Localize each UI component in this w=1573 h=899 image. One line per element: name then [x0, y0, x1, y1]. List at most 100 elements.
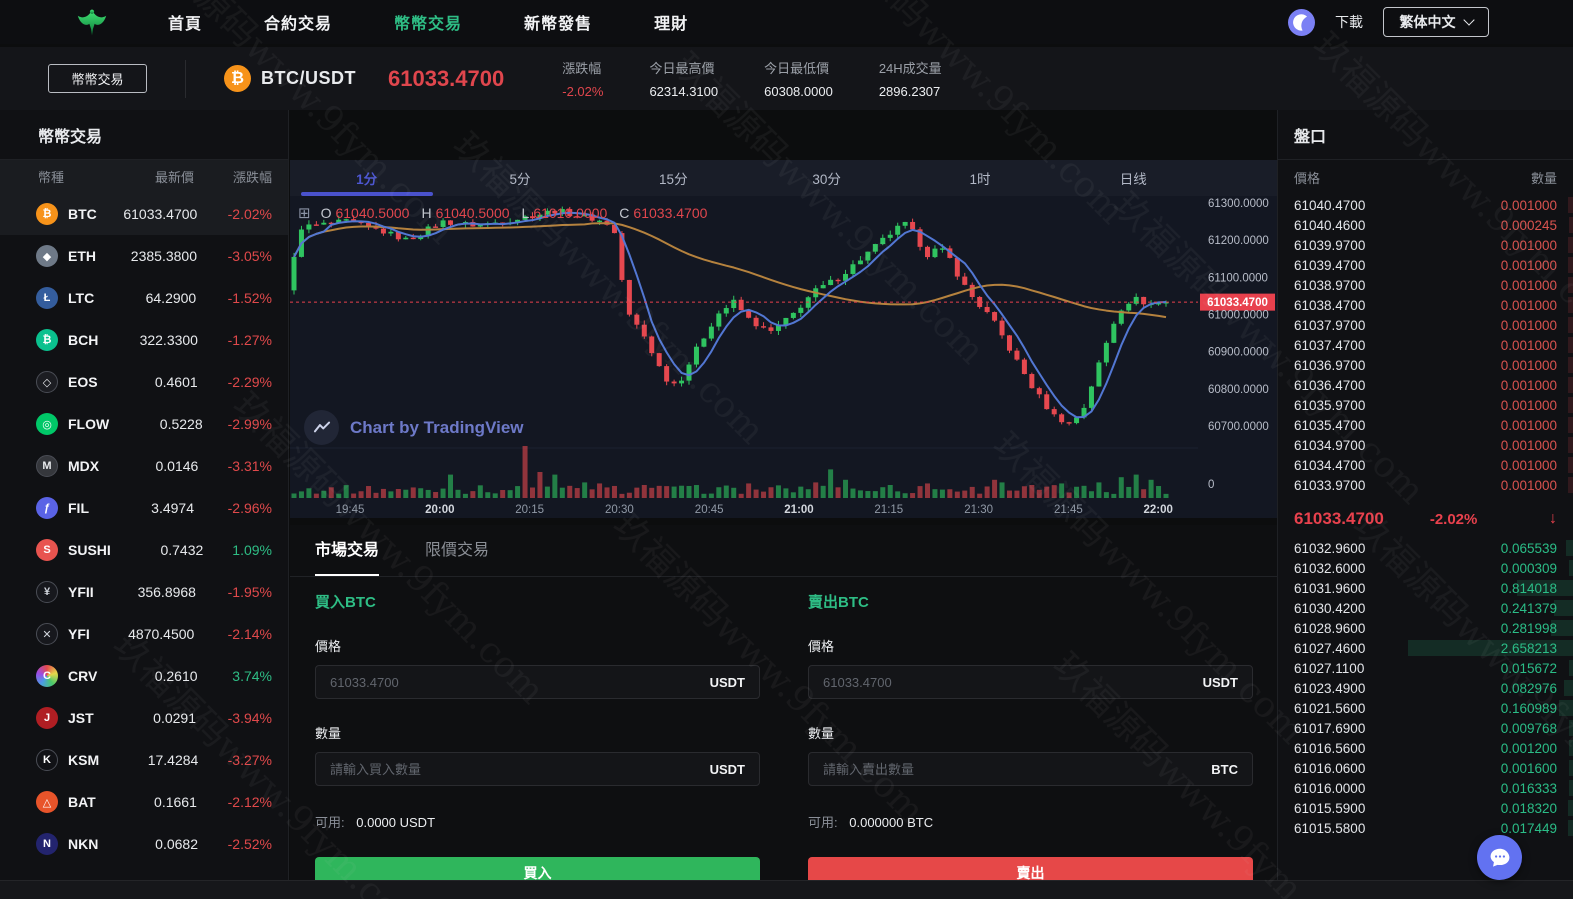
depth-bar: [1567, 297, 1573, 313]
bid-row[interactable]: 61016.0600 0.001600: [1278, 758, 1573, 778]
ob-amount: 0.065539: [1500, 540, 1557, 556]
coin-row-sushi[interactable]: S SUSHI 0.7432 1.09%: [0, 529, 288, 571]
timeframe-tab-1[interactable]: 5分: [443, 160, 596, 196]
chart-settings-icon[interactable]: ⊞: [298, 204, 311, 222]
ask-row[interactable]: 61033.9700 0.001000: [1278, 475, 1573, 495]
ob-amount: 0.001000: [1500, 417, 1557, 433]
orderbook-header: 價格 數量: [1278, 160, 1573, 195]
bid-row[interactable]: 61027.1100 0.015672: [1278, 658, 1573, 678]
ask-row[interactable]: 61036.4700 0.001000: [1278, 375, 1573, 395]
nav-item-0[interactable]: 首頁: [168, 10, 202, 34]
sell-amount-input[interactable]: [823, 761, 1212, 777]
chart-svg[interactable]: 61033.4700 61300.0000 61200.0000 61100.0000…: [290, 196, 1277, 518]
nav-item-2[interactable]: 幣幣交易: [394, 10, 462, 34]
ask-row[interactable]: 61035.4700 0.001000: [1278, 415, 1573, 435]
theme-moon-icon[interactable]: [1288, 8, 1315, 36]
trade-tab-1[interactable]: 限價交易: [425, 536, 489, 576]
nav-item-1[interactable]: 合約交易: [264, 10, 332, 34]
timeframe-tab-4[interactable]: 1时: [903, 160, 1056, 196]
ask-row[interactable]: 61036.9700 0.001000: [1278, 355, 1573, 375]
ob-amount: 0.001000: [1500, 237, 1557, 253]
ob-price: 61015.5800: [1294, 820, 1366, 836]
coin-row-eos[interactable]: ◇ EOS 0.4601 -2.29%: [0, 361, 288, 403]
nav-item-4[interactable]: 理財: [654, 10, 688, 34]
tradingview-text: Chart by TradingView: [350, 417, 524, 437]
buy-amount-input[interactable]: [330, 761, 710, 777]
ask-row[interactable]: 61040.4600 0.000245: [1278, 215, 1573, 235]
ob-price: 61021.5600: [1294, 700, 1366, 716]
depth-bar: [1567, 277, 1573, 293]
bid-row[interactable]: 61028.9600 0.281998: [1278, 618, 1573, 638]
buy-price-input[interactable]: [330, 674, 710, 690]
coin-symbol: FLOW: [68, 416, 110, 432]
ob-amount: 0.000245: [1500, 217, 1557, 233]
download-link[interactable]: 下載: [1335, 12, 1363, 32]
timeframe-tab-2[interactable]: 15分: [597, 160, 750, 196]
bid-row[interactable]: 61032.9600 0.065539: [1278, 538, 1573, 558]
bid-row[interactable]: 61032.6000 0.000309: [1278, 558, 1573, 578]
coin-row-ltc[interactable]: Ł LTC 64.2900 -1.52%: [0, 277, 288, 319]
timeframe-tab-3[interactable]: 30分: [750, 160, 903, 196]
timeframe-tab-0[interactable]: 1分: [290, 160, 443, 196]
coin-row-flow[interactable]: ◎ FLOW 0.5228 -2.99%: [0, 403, 288, 445]
sell-price-input[interactable]: [823, 674, 1203, 690]
depth-bar: [1568, 660, 1573, 676]
ask-row[interactable]: 61035.9700 0.001000: [1278, 395, 1573, 415]
ask-row[interactable]: 61038.9700 0.001000: [1278, 275, 1573, 295]
ask-row[interactable]: 61040.4700 0.001000: [1278, 195, 1573, 215]
bid-row[interactable]: 61017.6900 0.009768: [1278, 718, 1573, 738]
ask-row[interactable]: 61039.9700 0.001000: [1278, 235, 1573, 255]
language-label: 繁体中文: [1399, 14, 1456, 30]
bid-row[interactable]: 61023.4900 0.082976: [1278, 678, 1573, 698]
ask-rows: 61040.4700 0.001000 61040.4600 0.000245 6103…: [1278, 195, 1573, 495]
svg-text:21:15: 21:15: [874, 504, 903, 516]
nav-item-3[interactable]: 新幣發售: [524, 10, 592, 34]
nkn-coin-icon: N: [36, 833, 58, 855]
coin-row-ksm[interactable]: K KSM 17.4284 -3.27%: [0, 739, 288, 781]
coin-change: -3.05%: [227, 248, 272, 264]
ask-row[interactable]: 61038.4700 0.001000: [1278, 295, 1573, 315]
trade-tab-0[interactable]: 市場交易: [315, 536, 380, 576]
market-type-button[interactable]: 幣幣交易: [48, 64, 147, 93]
ask-row[interactable]: 61034.9700 0.001000: [1278, 435, 1573, 455]
candlestick-chart[interactable]: ⊞ O 61040.5000 H 61040.5000 L 61010.0000…: [290, 196, 1277, 518]
coin-row-crv[interactable]: C CRV 0.2610 3.74%: [0, 655, 288, 697]
coin-row-btc[interactable]: ₿ BTC 61033.4700 -2.02%: [0, 193, 288, 235]
language-selector[interactable]: 繁体中文: [1383, 7, 1489, 37]
coin-change: -2.29%: [227, 374, 272, 390]
coin-row-nkn[interactable]: N NKN 0.0682 -2.52%: [0, 823, 288, 865]
coin-row-eth[interactable]: ◆ ETH 2385.3800 -3.05%: [0, 235, 288, 277]
chat-support-button[interactable]: [1477, 835, 1522, 880]
bat-coin-icon: △: [36, 791, 58, 813]
coin-row-fil[interactable]: ƒ FIL 3.4974 -2.96%: [0, 487, 288, 529]
col-last-price: 最新價: [154, 170, 194, 185]
bid-row[interactable]: 61015.5900 0.018320: [1278, 798, 1573, 818]
ask-row[interactable]: 61037.9700 0.001000: [1278, 315, 1573, 335]
ask-row[interactable]: 61034.4700 0.001000: [1278, 455, 1573, 475]
bid-row[interactable]: 61016.0000 0.016333: [1278, 778, 1573, 798]
timeframe-tab-5[interactable]: 日线: [1057, 160, 1210, 196]
ob-price: 61036.9700: [1294, 357, 1366, 373]
bid-row[interactable]: 61031.9600 0.814018: [1278, 578, 1573, 598]
bid-row[interactable]: 61030.4200 0.241379: [1278, 598, 1573, 618]
ask-row[interactable]: 61037.4700 0.001000: [1278, 335, 1573, 355]
coin-symbol: KSM: [68, 752, 100, 768]
bid-row[interactable]: 61027.4600 2.658213: [1278, 638, 1573, 658]
tradingview-attribution[interactable]: Chart by TradingView: [304, 410, 524, 445]
coin-row-bch[interactable]: ₿ BCH 322.3300 -1.27%: [0, 319, 288, 361]
ob-amount: 0.016333: [1500, 780, 1557, 796]
bid-row[interactable]: 61016.5600 0.001200: [1278, 738, 1573, 758]
coin-row-mdx[interactable]: M MDX 0.0146 -3.31%: [0, 445, 288, 487]
ob-amount: 0.001000: [1500, 317, 1557, 333]
coin-row-bat[interactable]: △ BAT 0.1661 -2.12%: [0, 781, 288, 823]
ask-row[interactable]: 61039.4700 0.001000: [1278, 255, 1573, 275]
coin-row-jst[interactable]: J JST 0.0291 -3.94%: [0, 697, 288, 739]
coin-row-yfi[interactable]: ✕ YFI 4870.4500 -2.14%: [0, 613, 288, 655]
coin-row-yfii[interactable]: ¥ YFII 356.8968 -1.95%: [0, 571, 288, 613]
buy-price-field-wrap: USDT: [315, 665, 760, 699]
bid-row[interactable]: 61021.5600 0.160989: [1278, 698, 1573, 718]
ob-price: 61028.9600: [1294, 620, 1366, 636]
bid-row[interactable]: 61015.5800 0.017449: [1278, 818, 1573, 838]
phoenix-logo-icon[interactable]: [72, 3, 112, 41]
coin-symbol: CRV: [68, 668, 98, 684]
